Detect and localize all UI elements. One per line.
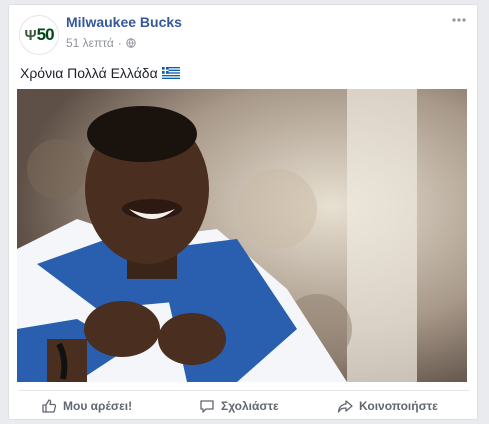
post-photo[interactable]	[17, 89, 467, 382]
post-text: Χρόνια Πολλά Ελλάδα	[20, 65, 158, 81]
post-message: Χρόνια Πολλά Ελλάδα	[20, 65, 180, 81]
comment-button[interactable]: Σχολιάστε	[199, 395, 279, 417]
share-button[interactable]: Κοινοποιήστε	[337, 395, 438, 417]
post-meta: 51 λεπτά ·	[66, 36, 136, 50]
avatar[interactable]: Ψ50	[19, 15, 59, 55]
page-name-link[interactable]: Milwaukee Bucks	[66, 14, 182, 30]
post-header: Ψ50 Milwaukee Bucks 51 λεπτά ·	[9, 5, 477, 57]
comment-label: Σχολιάστε	[221, 399, 279, 413]
share-label: Κοινοποιήστε	[359, 399, 438, 413]
bucks-logo-icon: Ψ50	[24, 25, 54, 44]
share-arrow-icon	[337, 400, 353, 413]
meta-separator: ·	[117, 36, 122, 50]
more-options-icon[interactable]	[451, 17, 467, 23]
photo-illustration	[17, 89, 467, 382]
like-label: Μου αρέσει!	[63, 399, 133, 413]
comment-icon	[200, 400, 214, 413]
globe-icon	[126, 38, 136, 48]
post-card: Ψ50 Milwaukee Bucks 51 λεπτά · Χρόνια Πο…	[8, 4, 478, 420]
greece-flag-icon	[161, 67, 180, 79]
thumbs-up-icon	[42, 399, 57, 413]
timestamp-link[interactable]: 51 λεπτά	[66, 36, 114, 50]
like-button[interactable]: Μου αρέσει!	[41, 395, 132, 417]
post-actions: Μου αρέσει! Σχολιάστε Κοινοποιήστε	[19, 390, 469, 420]
